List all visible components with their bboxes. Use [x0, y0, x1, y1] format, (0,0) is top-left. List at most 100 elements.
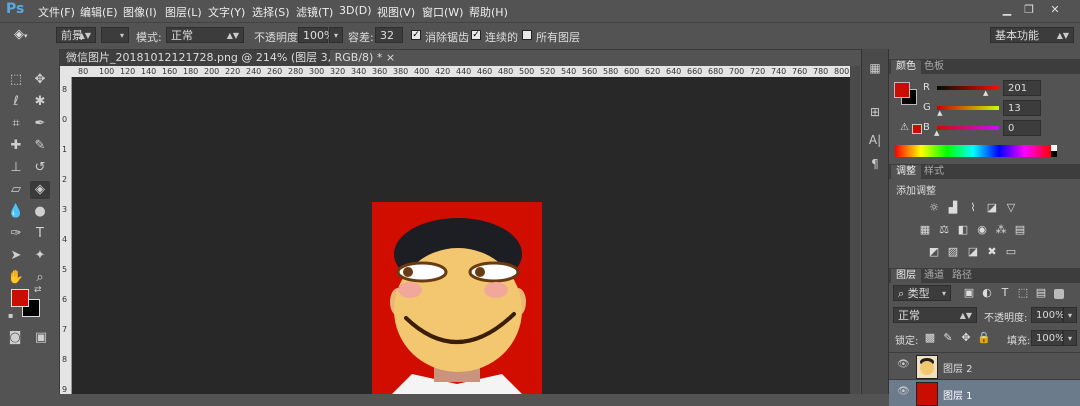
workspace-dropdown[interactable]: 基本功能 ▲▼	[990, 27, 1074, 43]
posterize-icon[interactable]: ▨	[946, 245, 960, 259]
tab-styles[interactable]: 样式	[919, 165, 949, 179]
menu-edit[interactable]: 编辑(E)	[80, 4, 118, 20]
document-tab[interactable]: 微信图片_20181012121728.png @ 214% (图层 3, RG…	[60, 50, 395, 66]
tab-adjustments[interactable]: 调整	[891, 165, 921, 179]
pen-tool-icon[interactable]: ✑	[6, 225, 26, 243]
eraser-tool-icon[interactable]: ▱	[6, 181, 26, 199]
fill-source-dropdown[interactable]: 前景 ▲▼	[56, 27, 96, 43]
dodge-tool-icon[interactable]: ●	[30, 203, 50, 221]
threshold-icon[interactable]: ◪	[966, 245, 980, 259]
lock-image-icon[interactable]: ✎	[941, 331, 955, 345]
black-white-icon[interactable]: ◧	[956, 223, 970, 237]
green-value-input[interactable]: 13	[1003, 100, 1041, 116]
quick-mask-icon[interactable]: ◙	[5, 329, 25, 347]
antialias-checkbox[interactable]: ✓	[411, 30, 421, 40]
color-lookup-icon[interactable]: ▤	[1013, 223, 1027, 237]
tab-channels[interactable]: 通道	[919, 269, 949, 283]
restore-button[interactable]: ❐	[1020, 3, 1038, 17]
menu-help[interactable]: 帮助(H)	[469, 4, 508, 20]
layer-row[interactable]: 👁 图层 1	[889, 379, 1080, 406]
gradient-map-icon[interactable]: ▭	[1004, 245, 1018, 259]
menu-3d[interactable]: 3D(D)	[339, 4, 372, 17]
tab-swatches[interactable]: 色板	[919, 60, 949, 74]
layer-visibility-eye-icon[interactable]: 👁	[897, 359, 910, 370]
menu-image[interactable]: 图像(I)	[123, 4, 157, 20]
opacity-dropdown[interactable]: ▾	[329, 27, 343, 43]
layer-name[interactable]: 图层 2	[943, 360, 973, 375]
menu-file[interactable]: 文件(F)	[38, 4, 75, 20]
paragraph-panel-icon[interactable]: ¶	[866, 155, 884, 173]
foreground-color-swatch[interactable]	[11, 289, 29, 307]
red-slider[interactable]	[937, 86, 999, 90]
spectrum-black[interactable]	[1051, 151, 1057, 157]
all-layers-checkbox[interactable]	[522, 30, 532, 40]
magic-wand-tool-icon[interactable]: ✱	[30, 93, 50, 111]
layer-fill-input[interactable]: 100%	[1031, 330, 1065, 346]
vibrance-icon[interactable]: ▽	[1004, 201, 1018, 215]
eyedropper-tool-icon[interactable]: ✒	[30, 115, 50, 133]
blend-mode-dropdown[interactable]: 正常 ▲▼	[893, 307, 977, 323]
minimize-button[interactable]: ▁	[998, 3, 1016, 17]
layer-row[interactable]: 👁 图层 2	[889, 352, 1080, 379]
clone-stamp-tool-icon[interactable]: ⊥	[6, 159, 26, 177]
menu-select[interactable]: 选择(S)	[252, 4, 290, 20]
hand-tool-icon[interactable]: ✋	[6, 269, 26, 287]
default-colors-icon[interactable]: ▪	[8, 311, 13, 320]
menu-view[interactable]: 视图(V)	[377, 4, 415, 20]
filter-pixel-icon[interactable]: ▣	[962, 286, 976, 300]
layer-filter-dropdown[interactable]: ⌕ 类型 ▾	[893, 285, 951, 301]
paint-bucket-tool-preset-icon[interactable]: ◈▾	[14, 27, 34, 43]
red-value-input[interactable]: 201	[1003, 80, 1041, 96]
blue-slider[interactable]	[937, 126, 999, 130]
blue-value-input[interactable]: 0	[1003, 120, 1041, 136]
color-foreground-swatch[interactable]	[894, 82, 910, 98]
close-tab-icon[interactable]: ×	[386, 51, 395, 64]
color-balance-icon[interactable]: ⚖	[937, 223, 951, 237]
canvas-vertical-scrollbar[interactable]	[850, 66, 860, 394]
layer-visibility-eye-icon[interactable]: 👁	[897, 386, 910, 397]
swap-colors-icon[interactable]: ⇄	[34, 285, 42, 295]
channel-mixer-icon[interactable]: ⁂	[994, 223, 1008, 237]
filter-shape-icon[interactable]: ⬚	[1016, 286, 1030, 300]
tab-layers[interactable]: 图层	[891, 269, 921, 283]
mode-dropdown[interactable]: 正常 ▲▼	[166, 27, 244, 43]
custom-shape-tool-icon[interactable]: ✦	[30, 247, 50, 265]
brush-tool-icon[interactable]: ✎	[30, 137, 50, 155]
lasso-tool-icon[interactable]: ℓ	[6, 93, 26, 111]
tab-color[interactable]: 颜色	[891, 60, 921, 74]
menu-layer[interactable]: 图层(L)	[165, 4, 202, 20]
history-panel-icon[interactable]: ▦	[866, 59, 884, 77]
filter-smart-object-icon[interactable]: ▤	[1034, 286, 1048, 300]
type-tool-icon[interactable]: T	[30, 225, 50, 243]
filter-adjustment-icon[interactable]: ◐	[980, 286, 994, 300]
blue-slider-thumb[interactable]: ▲	[934, 129, 939, 137]
blur-tool-icon[interactable]: 💧	[6, 203, 26, 221]
layer-name[interactable]: 图层 1	[943, 387, 973, 402]
tolerance-input[interactable]: 32	[375, 27, 403, 43]
pattern-picker[interactable]: ▾	[101, 27, 129, 43]
lock-all-icon[interactable]: 🔒	[977, 331, 991, 345]
exposure-icon[interactable]: ◪	[985, 201, 999, 215]
menu-window[interactable]: 窗口(W)	[422, 4, 463, 20]
screen-mode-icon[interactable]: ▣	[31, 329, 51, 347]
layer-fill-dropdown[interactable]: ▾	[1063, 330, 1077, 346]
path-selection-tool-icon[interactable]: ➤	[6, 247, 26, 265]
levels-icon[interactable]: ▟	[946, 201, 960, 215]
curves-icon[interactable]: ⌇	[966, 201, 980, 215]
marquee-tool-icon[interactable]: ⬚	[6, 71, 26, 89]
character-panel-icon[interactable]: A|	[866, 131, 884, 149]
lock-position-icon[interactable]: ✥	[959, 331, 973, 345]
selective-color-icon[interactable]: ✖	[985, 245, 999, 259]
contiguous-checkbox[interactable]: ✓	[471, 30, 481, 40]
green-slider[interactable]	[937, 106, 999, 110]
hue-saturation-icon[interactable]: ▦	[918, 223, 932, 237]
lock-transparent-icon[interactable]: ▩	[923, 331, 937, 345]
properties-panel-icon[interactable]: ⊞	[866, 103, 884, 121]
menu-type[interactable]: 文字(Y)	[208, 4, 245, 20]
healing-brush-tool-icon[interactable]: ✚	[6, 137, 26, 155]
history-brush-tool-icon[interactable]: ↺	[30, 159, 50, 177]
green-slider-thumb[interactable]: ▲	[937, 109, 942, 117]
paint-bucket-tool-icon[interactable]: ◈	[30, 181, 50, 199]
color-spectrum-bar[interactable]	[895, 145, 1051, 157]
close-window-button[interactable]: ✕	[1046, 3, 1064, 17]
